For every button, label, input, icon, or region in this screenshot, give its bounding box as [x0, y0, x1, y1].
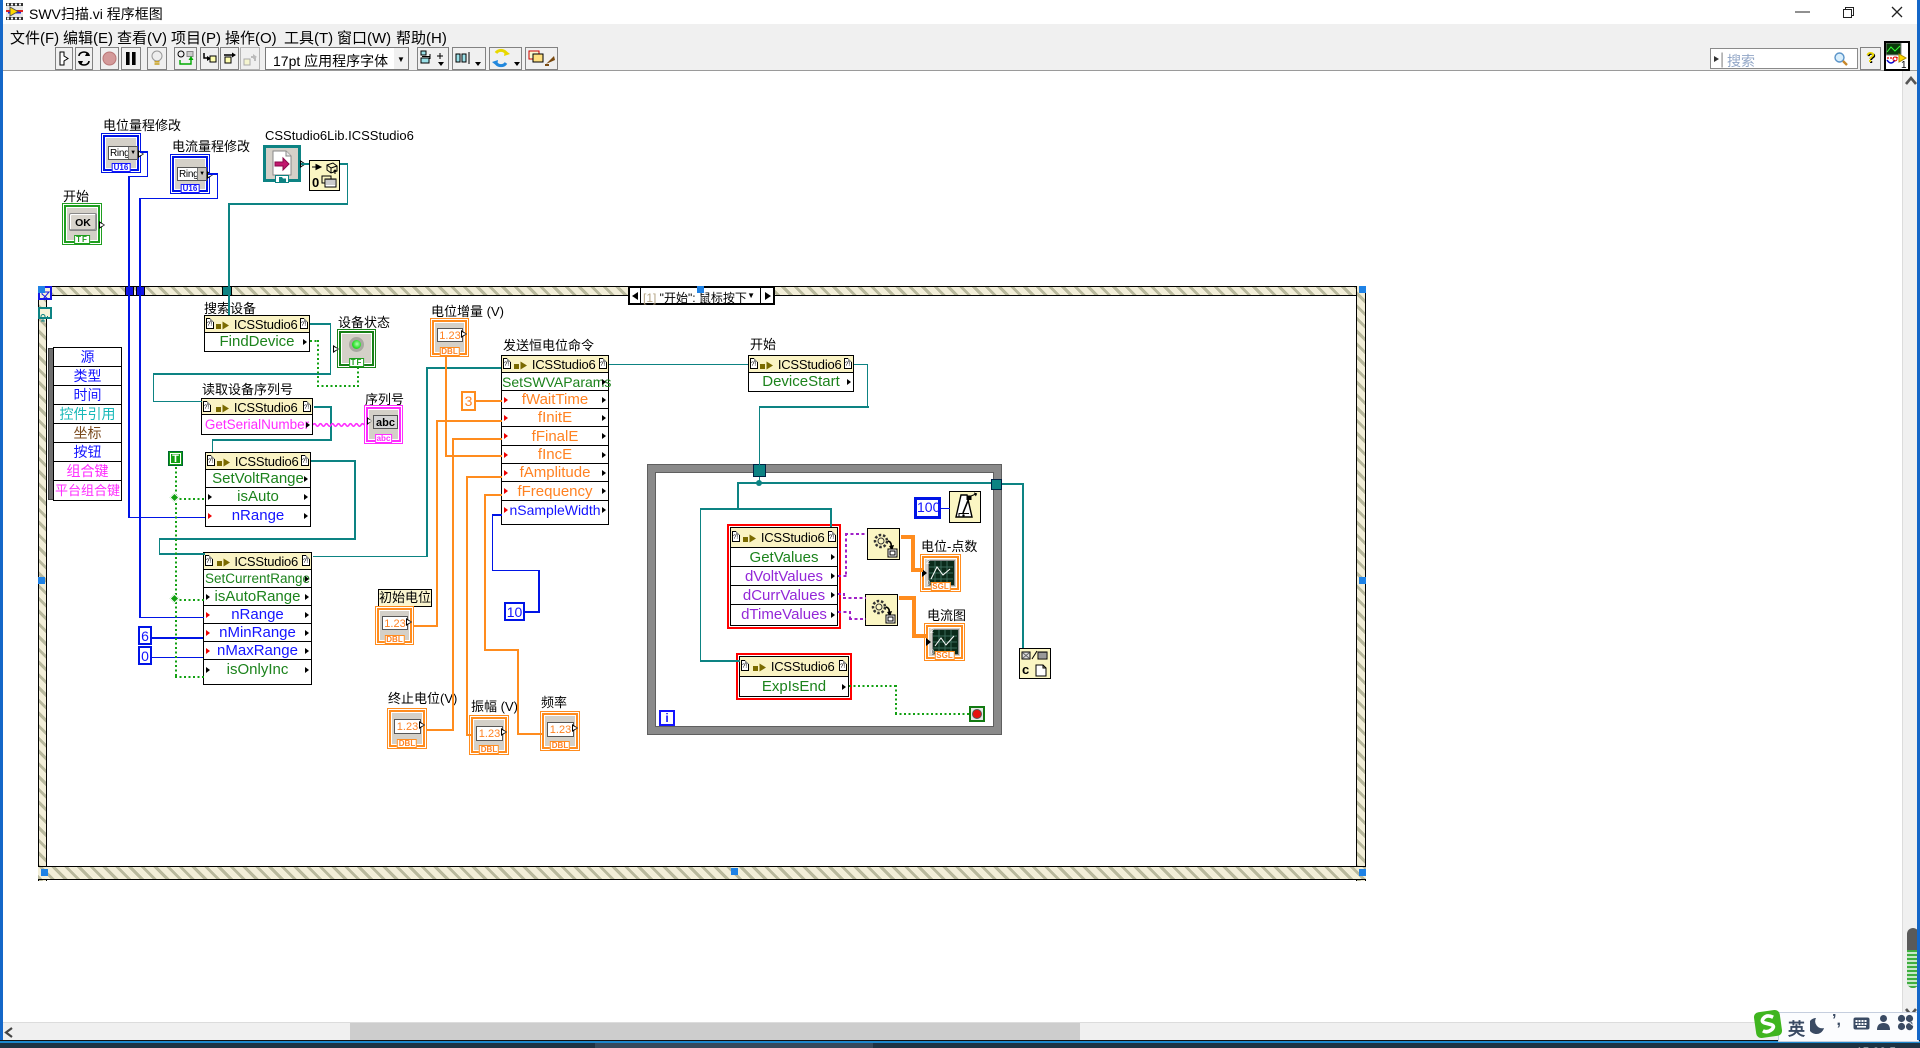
svg-text:c: c: [1022, 662, 1029, 677]
svg-text:0: 0: [312, 175, 319, 190]
svg-text:1: 1: [1901, 60, 1907, 69]
